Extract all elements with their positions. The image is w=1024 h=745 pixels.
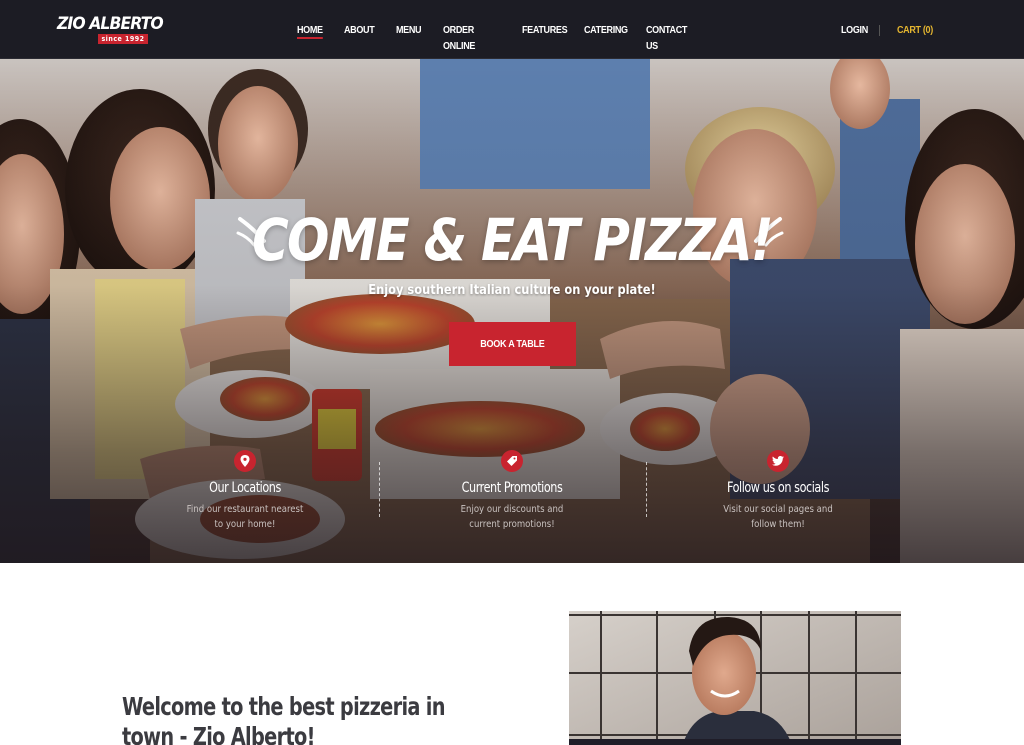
feature-description-line: current promotions! xyxy=(469,519,555,530)
chef-photo xyxy=(569,611,901,745)
nav-features[interactable]: Features xyxy=(522,22,568,38)
logo-tagline: since 1992 xyxy=(98,34,148,44)
book-table-label: Book a Table xyxy=(480,338,545,350)
tag-icon xyxy=(501,450,523,472)
welcome-heading: Welcome to the best pizzeria in town - Z… xyxy=(122,692,445,745)
site-header: ZIO ALBERTO since 1992 Home About Menu O… xyxy=(0,0,1024,59)
feature-title: Current Promotions xyxy=(461,480,563,496)
nav-catering[interactable]: Catering xyxy=(584,22,628,38)
hero-title: COME & EAT PIZZA! xyxy=(252,206,774,274)
hero-section: COME & EAT PIZZA! Enjoy southern Italian… xyxy=(0,59,1024,563)
feature-locations[interactable]: Our Locations Find our restaurant neares… xyxy=(125,450,365,532)
nav-about[interactable]: About xyxy=(344,22,375,38)
feature-description: Visit our social pages and follow them! xyxy=(670,502,886,532)
feature-description-line: to your home! xyxy=(214,519,276,530)
login-link[interactable]: Login xyxy=(841,22,868,38)
hero-subtitle: Enjoy southern Italian culture on your p… xyxy=(368,283,656,298)
feature-description-line: Find our restaurant nearest xyxy=(186,504,304,515)
feature-description-line: Visit our social pages and xyxy=(723,504,833,515)
chef-photo-image xyxy=(569,611,901,745)
twitter-icon xyxy=(767,450,789,472)
feature-divider xyxy=(646,462,647,517)
header-divider xyxy=(879,25,880,36)
nav-order-online[interactable]: Order Online xyxy=(443,22,475,54)
feature-description-line: Enjoy our discounts and xyxy=(460,504,564,515)
map-pin-icon xyxy=(234,450,256,472)
feature-description: Enjoy our discounts and current promotio… xyxy=(404,502,620,532)
logo-text: ZIO ALBERTO xyxy=(57,14,164,34)
feature-title: Follow us on socials xyxy=(726,480,829,496)
logo[interactable]: ZIO ALBERTO since 1992 xyxy=(57,14,164,48)
feature-description-line: follow them! xyxy=(751,519,805,530)
nav-contact-us[interactable]: Contact Us xyxy=(646,22,687,54)
feature-description: Find our restaurant nearest to your home… xyxy=(137,502,353,532)
nav-menu[interactable]: Menu xyxy=(396,22,422,38)
nav-home[interactable]: Home xyxy=(297,22,323,39)
feature-title: Our Locations xyxy=(209,480,281,496)
book-table-button[interactable]: Book a Table xyxy=(449,322,576,366)
cart-link[interactable]: Cart (0) xyxy=(897,22,933,38)
feature-divider xyxy=(379,462,380,517)
feature-socials[interactable]: Follow us on socials Visit our social pa… xyxy=(658,450,898,532)
feature-promotions[interactable]: Current Promotions Enjoy our discounts a… xyxy=(392,450,632,532)
